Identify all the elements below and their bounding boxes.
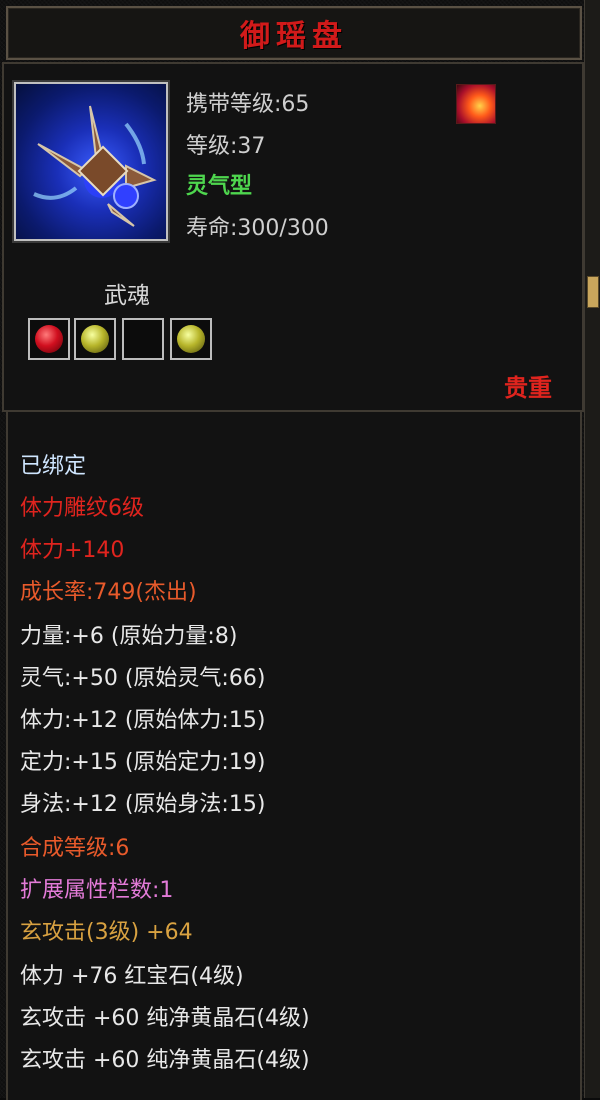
wuhun-label: 武魂 bbox=[104, 283, 150, 309]
flame-icon bbox=[456, 84, 496, 124]
detail-line: 成长率:749(杰出) bbox=[20, 580, 197, 605]
gem-slot-1[interactable] bbox=[28, 318, 70, 360]
detail-line: 玄攻击 +60 纯净黄晶石(4级) bbox=[20, 1006, 310, 1031]
detail-line: 合成等级:6 bbox=[20, 836, 130, 861]
scroll-handle[interactable] bbox=[587, 276, 599, 308]
gem-slot-2[interactable] bbox=[74, 318, 116, 360]
level-text: 等级:37 bbox=[186, 134, 266, 159]
detail-line: 体力:+12 (原始体力:15) bbox=[20, 708, 266, 733]
window-edge bbox=[584, 0, 600, 1098]
detail-line: 扩展属性栏数:1 bbox=[20, 878, 174, 903]
detail-line: 力量:+6 (原始力量:8) bbox=[20, 624, 238, 649]
carry-level-text: 携带等级:65 bbox=[186, 92, 310, 117]
yellow-gem-icon bbox=[81, 325, 109, 353]
detail-line: 灵气:+50 (原始灵气:66) bbox=[20, 666, 266, 691]
details-panel: 已绑定 体力雕纹6级 体力+140 成长率:749(杰出) 力量:+6 (原始力… bbox=[6, 410, 582, 1100]
pet-portrait-icon bbox=[14, 82, 168, 241]
detail-line: 体力 +76 红宝石(4级) bbox=[20, 964, 244, 989]
pet-type-text: 灵气型 bbox=[186, 174, 253, 199]
detail-line: 定力:+15 (原始定力:19) bbox=[20, 750, 266, 775]
item-tooltip-window: 御瑶盘 携带等级:65 等级:37 灵气型 寿命:300/300 武魂 贵重 已… bbox=[0, 0, 600, 1100]
detail-line: 体力雕纹6级 bbox=[20, 496, 144, 521]
lifespan-text: 寿命:300/300 bbox=[186, 216, 329, 241]
red-gem-icon bbox=[35, 325, 63, 353]
gem-slot-3[interactable] bbox=[122, 318, 164, 360]
pet-info-panel: 携带等级:65 等级:37 灵气型 寿命:300/300 bbox=[2, 62, 584, 266]
yellow-gem-icon bbox=[177, 325, 205, 353]
gem-slot-4[interactable] bbox=[170, 318, 212, 360]
rarity-label: 贵重 bbox=[504, 374, 552, 402]
wuhun-section: 武魂 贵重 bbox=[2, 262, 584, 412]
detail-line: 已绑定 bbox=[20, 454, 87, 479]
detail-line: 身法:+12 (原始身法:15) bbox=[20, 792, 266, 817]
item-title: 御瑶盘 bbox=[240, 19, 348, 54]
detail-line: 玄攻击 +60 纯净黄晶石(4级) bbox=[20, 1048, 310, 1073]
spinning-shuriken-orb-icon bbox=[33, 105, 157, 227]
title-bar: 御瑶盘 bbox=[6, 6, 582, 60]
detail-line: 体力+140 bbox=[20, 538, 125, 563]
detail-line: 玄攻击(3级) +64 bbox=[20, 920, 193, 945]
